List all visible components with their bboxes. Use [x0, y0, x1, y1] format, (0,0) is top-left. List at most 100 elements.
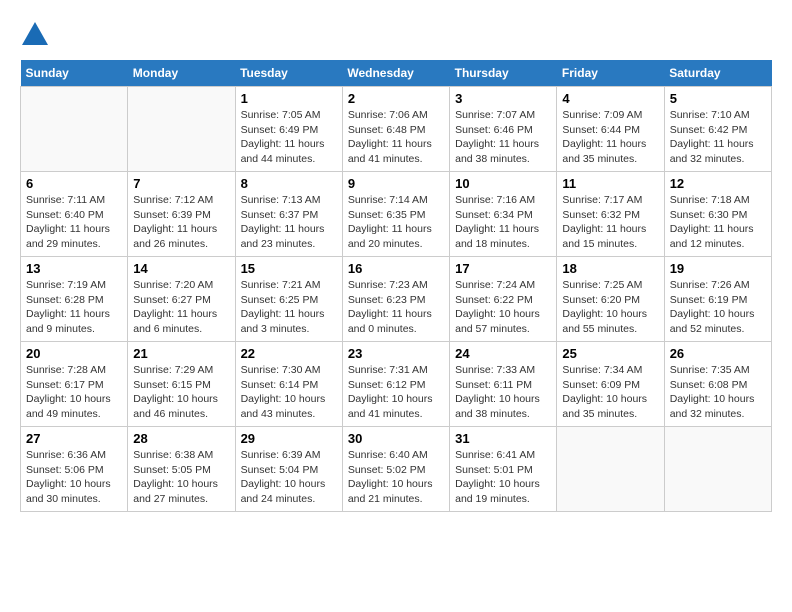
day-info: Sunrise: 7:29 AM Sunset: 6:15 PM Dayligh… [133, 363, 229, 422]
day-info: Sunrise: 7:09 AM Sunset: 6:44 PM Dayligh… [562, 108, 658, 167]
calendar-cell: 21 Sunrise: 7:29 AM Sunset: 6:15 PM Dayli… [128, 342, 235, 427]
week-row-1: 1 Sunrise: 7:05 AM Sunset: 6:49 PM Daylig… [21, 87, 772, 172]
calendar-cell [21, 87, 128, 172]
page-header [20, 20, 772, 50]
day-info: Sunrise: 7:11 AM Sunset: 6:40 PM Dayligh… [26, 193, 122, 252]
day-number: 14 [133, 261, 229, 276]
day-number: 19 [670, 261, 766, 276]
calendar-cell: 11 Sunrise: 7:17 AM Sunset: 6:32 PM Dayli… [557, 172, 664, 257]
day-info: Sunrise: 7:31 AM Sunset: 6:12 PM Dayligh… [348, 363, 444, 422]
day-number: 27 [26, 431, 122, 446]
day-number: 11 [562, 176, 658, 191]
calendar-cell: 26 Sunrise: 7:35 AM Sunset: 6:08 PM Dayli… [664, 342, 771, 427]
calendar-cell: 9 Sunrise: 7:14 AM Sunset: 6:35 PM Daylig… [342, 172, 449, 257]
day-info: Sunrise: 7:13 AM Sunset: 6:37 PM Dayligh… [241, 193, 337, 252]
day-number: 9 [348, 176, 444, 191]
calendar-cell: 7 Sunrise: 7:12 AM Sunset: 6:39 PM Daylig… [128, 172, 235, 257]
logo [20, 20, 54, 50]
calendar-cell: 8 Sunrise: 7:13 AM Sunset: 6:37 PM Daylig… [235, 172, 342, 257]
calendar-cell [664, 427, 771, 512]
calendar-cell: 1 Sunrise: 7:05 AM Sunset: 6:49 PM Daylig… [235, 87, 342, 172]
day-info: Sunrise: 7:33 AM Sunset: 6:11 PM Dayligh… [455, 363, 551, 422]
day-number: 2 [348, 91, 444, 106]
calendar-cell: 13Sunrise: 7:19 AM Sunset: 6:28 PM Dayli… [21, 257, 128, 342]
day-info: Sunrise: 7:21 AM Sunset: 6:25 PM Dayligh… [241, 278, 337, 337]
day-number: 29 [241, 431, 337, 446]
calendar-cell [557, 427, 664, 512]
day-number: 6 [26, 176, 122, 191]
day-number: 24 [455, 346, 551, 361]
day-header-sunday: Sunday [21, 60, 128, 87]
header-row: SundayMondayTuesdayWednesdayThursdayFrid… [21, 60, 772, 87]
day-info: Sunrise: 7:17 AM Sunset: 6:32 PM Dayligh… [562, 193, 658, 252]
day-info: Sunrise: 6:41 AM Sunset: 5:01 PM Dayligh… [455, 448, 551, 507]
day-info: Sunrise: 7:19 AM Sunset: 6:28 PM Dayligh… [26, 278, 122, 337]
day-header-tuesday: Tuesday [235, 60, 342, 87]
day-info: Sunrise: 7:12 AM Sunset: 6:39 PM Dayligh… [133, 193, 229, 252]
calendar-cell: 18 Sunrise: 7:25 AM Sunset: 6:20 PM Dayli… [557, 257, 664, 342]
day-info: Sunrise: 7:26 AM Sunset: 6:19 PM Dayligh… [670, 278, 766, 337]
calendar-cell: 29 Sunrise: 6:39 AM Sunset: 5:04 PM Dayli… [235, 427, 342, 512]
day-header-saturday: Saturday [664, 60, 771, 87]
calendar-cell: 2Sunrise: 7:06 AM Sunset: 6:48 PM Daylig… [342, 87, 449, 172]
calendar-cell: 23Sunrise: 7:31 AM Sunset: 6:12 PM Dayli… [342, 342, 449, 427]
day-info: Sunrise: 7:10 AM Sunset: 6:42 PM Dayligh… [670, 108, 766, 167]
day-number: 4 [562, 91, 658, 106]
day-info: Sunrise: 6:38 AM Sunset: 5:05 PM Dayligh… [133, 448, 229, 507]
day-number: 7 [133, 176, 229, 191]
day-number: 28 [133, 431, 229, 446]
calendar-cell: 20Sunrise: 7:28 AM Sunset: 6:17 PM Dayli… [21, 342, 128, 427]
day-info: Sunrise: 7:35 AM Sunset: 6:08 PM Dayligh… [670, 363, 766, 422]
calendar-cell: 14 Sunrise: 7:20 AM Sunset: 6:27 PM Dayli… [128, 257, 235, 342]
calendar-header: SundayMondayTuesdayWednesdayThursdayFrid… [21, 60, 772, 87]
calendar-cell: 17Sunrise: 7:24 AM Sunset: 6:22 PM Dayli… [450, 257, 557, 342]
day-number: 26 [670, 346, 766, 361]
day-number: 1 [241, 91, 337, 106]
day-number: 5 [670, 91, 766, 106]
day-number: 22 [241, 346, 337, 361]
day-info: Sunrise: 7:18 AM Sunset: 6:30 PM Dayligh… [670, 193, 766, 252]
calendar-cell: 10 Sunrise: 7:16 AM Sunset: 6:34 PM Dayli… [450, 172, 557, 257]
day-info: Sunrise: 7:23 AM Sunset: 6:23 PM Dayligh… [348, 278, 444, 337]
calendar-cell: 19 Sunrise: 7:26 AM Sunset: 6:19 PM Dayli… [664, 257, 771, 342]
week-row-2: 6 Sunrise: 7:11 AM Sunset: 6:40 PM Daylig… [21, 172, 772, 257]
day-info: Sunrise: 7:30 AM Sunset: 6:14 PM Dayligh… [241, 363, 337, 422]
day-number: 30 [348, 431, 444, 446]
day-number: 31 [455, 431, 551, 446]
calendar-cell [128, 87, 235, 172]
day-info: Sunrise: 7:07 AM Sunset: 6:46 PM Dayligh… [455, 108, 551, 167]
day-info: Sunrise: 7:16 AM Sunset: 6:34 PM Dayligh… [455, 193, 551, 252]
day-number: 25 [562, 346, 658, 361]
calendar-cell: 3Sunrise: 7:07 AM Sunset: 6:46 PM Daylig… [450, 87, 557, 172]
calendar-cell: 22 Sunrise: 7:30 AM Sunset: 6:14 PM Dayli… [235, 342, 342, 427]
day-number: 17 [455, 261, 551, 276]
day-number: 10 [455, 176, 551, 191]
day-number: 21 [133, 346, 229, 361]
day-info: Sunrise: 7:20 AM Sunset: 6:27 PM Dayligh… [133, 278, 229, 337]
day-header-friday: Friday [557, 60, 664, 87]
calendar-cell: 24 Sunrise: 7:33 AM Sunset: 6:11 PM Dayli… [450, 342, 557, 427]
day-header-thursday: Thursday [450, 60, 557, 87]
calendar-cell: 30 Sunrise: 6:40 AM Sunset: 5:02 PM Dayli… [342, 427, 449, 512]
day-header-monday: Monday [128, 60, 235, 87]
day-number: 8 [241, 176, 337, 191]
day-info: Sunrise: 7:05 AM Sunset: 6:49 PM Dayligh… [241, 108, 337, 167]
day-info: Sunrise: 7:14 AM Sunset: 6:35 PM Dayligh… [348, 193, 444, 252]
day-number: 15 [241, 261, 337, 276]
day-info: Sunrise: 6:39 AM Sunset: 5:04 PM Dayligh… [241, 448, 337, 507]
day-info: Sunrise: 6:40 AM Sunset: 5:02 PM Dayligh… [348, 448, 444, 507]
calendar-cell: 4 Sunrise: 7:09 AM Sunset: 6:44 PM Daylig… [557, 87, 664, 172]
week-row-5: 27Sunrise: 6:36 AM Sunset: 5:06 PM Dayli… [21, 427, 772, 512]
day-header-wednesday: Wednesday [342, 60, 449, 87]
calendar-cell: 27Sunrise: 6:36 AM Sunset: 5:06 PM Dayli… [21, 427, 128, 512]
calendar-cell: 12Sunrise: 7:18 AM Sunset: 6:30 PM Dayli… [664, 172, 771, 257]
calendar-table: SundayMondayTuesdayWednesdayThursdayFrid… [20, 60, 772, 512]
day-info: Sunrise: 7:28 AM Sunset: 6:17 PM Dayligh… [26, 363, 122, 422]
day-info: Sunrise: 7:25 AM Sunset: 6:20 PM Dayligh… [562, 278, 658, 337]
calendar-cell: 15 Sunrise: 7:21 AM Sunset: 6:25 PM Dayli… [235, 257, 342, 342]
day-number: 18 [562, 261, 658, 276]
day-number: 16 [348, 261, 444, 276]
logo-icon [20, 20, 50, 50]
calendar-cell: 31 Sunrise: 6:41 AM Sunset: 5:01 PM Dayli… [450, 427, 557, 512]
calendar-cell: 5 Sunrise: 7:10 AM Sunset: 6:42 PM Daylig… [664, 87, 771, 172]
